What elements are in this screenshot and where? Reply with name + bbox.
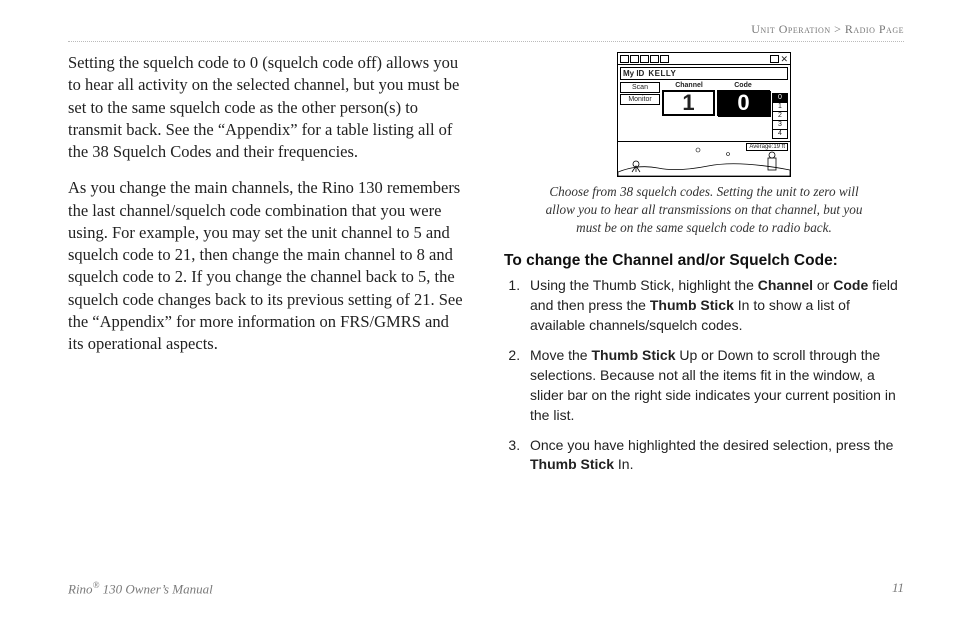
code-list-item: 1	[773, 103, 787, 112]
para-channel-memory: As you change the main channels, the Rin…	[68, 177, 468, 355]
code-list-item: 3	[773, 121, 787, 130]
myid-value: KELLY	[648, 69, 676, 78]
gps-icon	[640, 55, 649, 63]
myid-label: My ID	[623, 69, 644, 78]
scan-button: Scan	[620, 82, 660, 93]
radio-icon	[660, 55, 669, 63]
bold-channel: Channel	[758, 277, 813, 293]
step-1: Using the Thumb Stick, highlight the Cha…	[524, 276, 904, 336]
code-label: Code	[716, 82, 770, 89]
breadcrumb: Unit Operation > Radio Page	[68, 22, 904, 37]
footer-title: Rino® 130 Owner’s Manual	[68, 580, 213, 597]
figure-caption: Choose from 38 squelch codes. Setting th…	[534, 183, 874, 236]
code-list-item: 2	[773, 112, 787, 121]
breadcrumb-page: Radio Page	[845, 22, 904, 36]
status-icons	[620, 55, 669, 63]
breadcrumb-section: Unit Operation	[751, 22, 830, 36]
signal-icon	[630, 55, 639, 63]
steps-heading: To change the Channel and/or Squelch Cod…	[504, 252, 904, 270]
close-icon: ✕	[780, 55, 788, 63]
code-list-item: 0	[773, 94, 787, 103]
average-badge: Average:19 ft	[746, 143, 788, 151]
device-landscape: Average:19 ft	[618, 141, 790, 176]
device-screenshot: ✕ My ID KELLY Scan Monitor	[617, 52, 791, 177]
left-column: Setting the squelch code to 0 (squelch c…	[68, 52, 468, 485]
bold-thumb-stick: Thumb Stick	[591, 347, 675, 363]
step-3: Once you have highlighted the desired se…	[524, 436, 904, 476]
monitor-button: Monitor	[620, 94, 660, 105]
right-column: ✕ My ID KELLY Scan Monitor	[504, 52, 904, 485]
battery-icon	[620, 55, 629, 63]
steps-list: Using the Thumb Stick, highlight the Cha…	[504, 276, 904, 475]
breadcrumb-sep: >	[834, 22, 841, 36]
code-list-item: 4	[773, 130, 787, 138]
bold-thumb-stick: Thumb Stick	[650, 297, 734, 313]
channel-value: 1	[662, 90, 715, 116]
myid-row: My ID KELLY	[620, 67, 788, 80]
code-list: 0 1 2 3 4	[772, 93, 788, 139]
menu-icon	[770, 55, 779, 63]
channel-label: Channel	[662, 82, 716, 89]
para-squelch-zero: Setting the squelch code to 0 (squelch c…	[68, 52, 468, 163]
flag-icon	[650, 55, 659, 63]
device-left-buttons: Scan Monitor	[620, 82, 660, 139]
bold-code: Code	[833, 277, 868, 293]
page-number: 11	[892, 580, 904, 597]
step-2: Move the Thumb Stick Up or Down to scrol…	[524, 346, 904, 426]
bold-thumb-stick: Thumb Stick	[530, 456, 614, 472]
page-footer: Rino® 130 Owner’s Manual 11	[68, 580, 904, 597]
status-right: ✕	[770, 55, 788, 63]
device-figure: ✕ My ID KELLY Scan Monitor	[504, 52, 904, 236]
code-value: 0	[717, 90, 770, 116]
top-rule	[68, 41, 904, 42]
